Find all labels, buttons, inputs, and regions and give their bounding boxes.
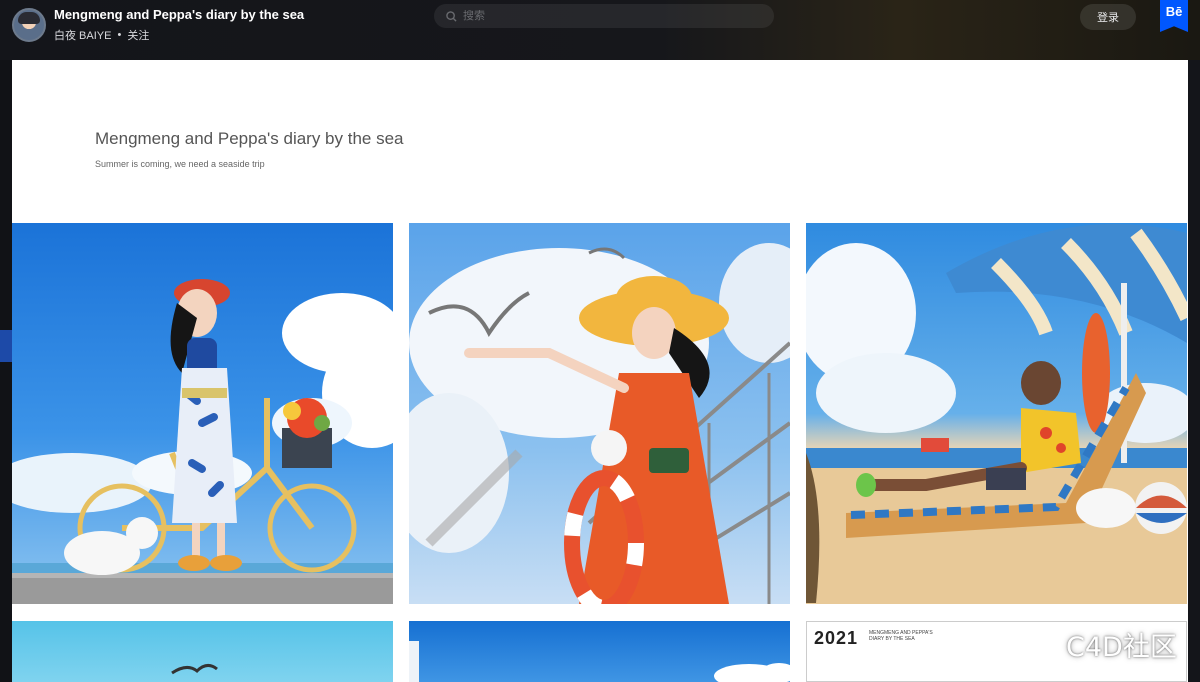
gallery-image-beach-umbrella[interactable] [806, 223, 1187, 604]
tile-year-label: 2021 [814, 628, 859, 648]
gallery-image-bottom-middle[interactable] [409, 621, 790, 682]
hero-subtitle: Summer is coming, we need a seaside trip [95, 159, 265, 169]
login-button[interactable]: 登录 [1080, 4, 1136, 30]
owner-name-link[interactable]: 白夜 BAIYE [54, 27, 111, 43]
hero-title: Mengmeng and Peppa's diary by the sea [95, 129, 404, 148]
follow-link[interactable]: 关注 [127, 27, 149, 43]
search-icon [446, 10, 457, 22]
owner-line: 白夜 BAIYE • 关注 [54, 27, 149, 43]
gallery-image-bicycle[interactable] [12, 223, 393, 604]
gallery-image-bottom-left[interactable] [12, 621, 393, 682]
background-left [0, 60, 12, 682]
search-input[interactable] [463, 10, 743, 22]
gallery-image-ship-deck[interactable] [409, 223, 790, 604]
project-modal: Mengmeng and Peppa's diary by the sea Su… [12, 60, 1188, 682]
behance-logo-icon[interactable]: Bē [1160, 0, 1188, 32]
owner-avatar[interactable] [12, 8, 46, 42]
project-title: Mengmeng and Peppa's diary by the sea [54, 7, 305, 22]
search-box[interactable] [434, 4, 774, 28]
tile-caption: MENGMENG AND PEPPA'S DIARY BY THE SEA [869, 630, 933, 642]
top-bar: Mengmeng and Peppa's diary by the sea 白夜… [0, 0, 1200, 60]
separator-dot: • [117, 29, 122, 41]
watermark: C4D社区 [1066, 632, 1177, 663]
background-right [1188, 60, 1200, 682]
